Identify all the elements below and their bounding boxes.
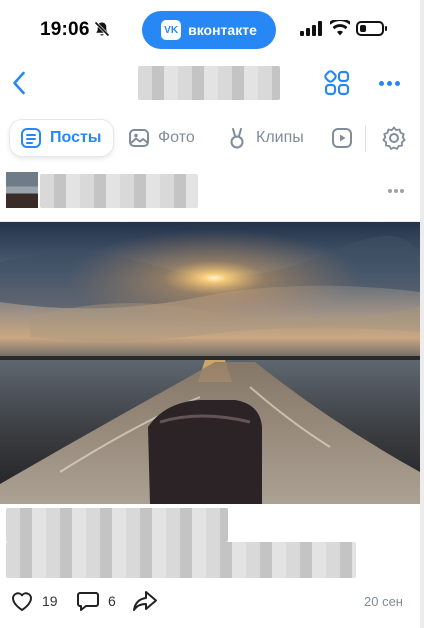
tab-clips-label: Клипы: [256, 129, 304, 146]
tab-posts-label: Посты: [50, 129, 102, 146]
status-bar: 19:06 VK вконтакте: [0, 0, 424, 60]
status-time: 19:06: [40, 19, 90, 40]
like-button[interactable]: 19: [10, 588, 58, 614]
app-pill-label: вконтакте: [188, 22, 257, 38]
post-header: [0, 172, 424, 210]
nav-bar: [0, 60, 424, 106]
post-date: 20 сен: [364, 594, 403, 609]
post-actions: 19 6 20 сен: [0, 586, 424, 616]
post-photo[interactable]: [0, 222, 420, 504]
bell-muted-icon: [94, 21, 110, 37]
author-name-redacted[interactable]: [40, 174, 198, 208]
author-avatar-redacted[interactable]: [6, 172, 38, 208]
battery-level: [360, 25, 366, 32]
video-icon: [332, 128, 352, 148]
gear-icon[interactable]: [380, 124, 408, 152]
wifi-icon: [330, 20, 350, 36]
photo-icon: [129, 129, 149, 147]
share-icon: [133, 591, 157, 611]
tab-video[interactable]: [331, 120, 353, 156]
post-caption-redacted: [6, 508, 356, 578]
tabs-divider: [365, 126, 366, 152]
caption-line-2: [6, 542, 356, 578]
chevron-left-icon: [13, 71, 25, 95]
comment-button[interactable]: 6: [76, 588, 116, 614]
more-horizontal-icon[interactable]: [372, 68, 406, 98]
cellular-signal-icon: [300, 21, 322, 36]
return-to-app-pill[interactable]: VK вконтакте: [142, 11, 276, 49]
tab-posts[interactable]: Посты: [10, 120, 114, 156]
tab-photos-label: Фото: [158, 129, 195, 146]
tab-photos[interactable]: Фото: [128, 120, 195, 156]
tab-clips[interactable]: Клипы: [226, 120, 304, 156]
comment-icon: [77, 592, 99, 611]
profile-tabs: Посты Фото Клипы: [0, 118, 424, 160]
community-title-redacted: [138, 66, 280, 100]
battery-icon: [356, 21, 387, 36]
heart-icon: [12, 592, 32, 611]
caption-line-1: [6, 508, 228, 542]
share-button[interactable]: [132, 588, 158, 614]
post-more-icon[interactable]: [385, 184, 407, 198]
posts-icon: [21, 128, 41, 148]
like-count: 19: [42, 593, 58, 609]
grid-icon[interactable]: [322, 68, 352, 98]
comment-count: 6: [108, 593, 116, 609]
back-button[interactable]: [4, 68, 34, 98]
clips-icon: [230, 128, 244, 149]
vk-logo-icon: VK: [161, 20, 182, 40]
